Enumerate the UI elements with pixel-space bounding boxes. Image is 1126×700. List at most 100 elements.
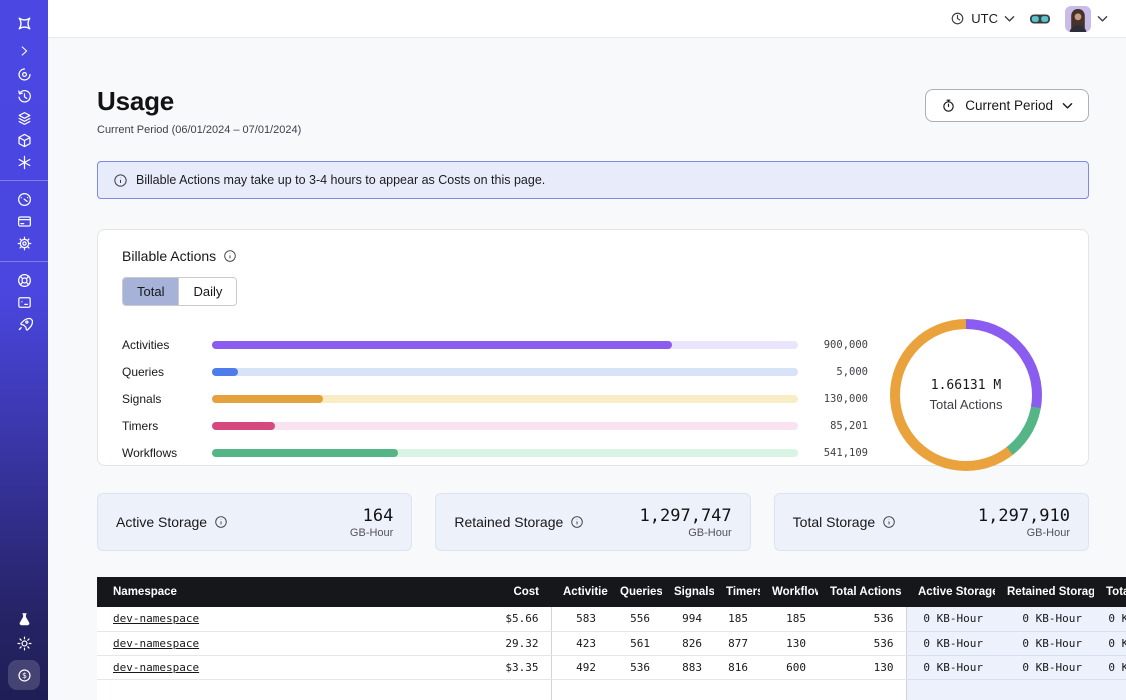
namespaces-icon[interactable] — [0, 63, 48, 85]
info-icon[interactable] — [570, 515, 584, 529]
active-storage-label: Active Storage — [116, 514, 207, 530]
cell-queries: 561 — [608, 631, 662, 655]
usage-gauge-icon[interactable] — [0, 188, 48, 210]
info-icon[interactable] — [882, 515, 896, 529]
goggles-icon[interactable] — [1029, 11, 1051, 27]
stopwatch-icon — [941, 98, 956, 113]
retained-storage-label: Retained Storage — [454, 514, 563, 530]
total-daily-toggle: Total Daily — [122, 277, 237, 306]
getting-started-rocket-icon[interactable] — [0, 313, 48, 335]
bar-row-workflows: Workflows541,109 — [122, 439, 868, 466]
column-header-namespace: Namespace — [97, 577, 454, 607]
info-icon — [113, 173, 128, 188]
info-icon[interactable] — [214, 515, 228, 529]
bar-fill — [212, 395, 323, 403]
table-row-partial — [97, 679, 1126, 700]
tab-total[interactable]: Total — [123, 278, 178, 305]
cell-queries: 536 — [608, 655, 662, 679]
cell-signals: 883 — [662, 655, 714, 679]
table-row: dev-namespace$5.665835569941851855360 KB… — [97, 607, 1126, 631]
table-row: dev-namespace$3.354925368838166001300 KB… — [97, 655, 1126, 679]
bar-fill — [212, 368, 238, 376]
layers-icon[interactable] — [0, 107, 48, 129]
svg-text:$: $ — [22, 671, 27, 680]
bar-row-timers: Timers 85,201 — [122, 412, 868, 439]
labs-flask-icon[interactable] — [0, 608, 48, 630]
expand-sidebar-chevron-icon[interactable] — [0, 39, 48, 63]
column-header-signals: Signals — [662, 577, 714, 607]
chevron-down-icon — [1062, 102, 1073, 110]
bar-label: Signals — [122, 392, 192, 406]
namespace-link[interactable]: dev-namespace — [113, 612, 199, 625]
cell-workflows: 185 — [760, 607, 818, 631]
chevron-down-icon — [1097, 15, 1108, 23]
timezone-selector[interactable]: UTC — [950, 11, 1015, 26]
bar-value: 85,201 — [812, 420, 868, 432]
cell-retained-storage: 0 KB-Hour — [995, 655, 1094, 679]
settings-gear-icon[interactable] — [0, 232, 48, 254]
active-storage-unit: GB-Hour — [350, 527, 393, 539]
account-menu[interactable] — [1065, 6, 1108, 32]
page-title: Usage — [97, 86, 301, 117]
bar-track — [212, 395, 798, 403]
cell-timers: 185 — [714, 607, 760, 631]
cell-workflows: 130 — [760, 631, 818, 655]
support-lifebuoy-icon[interactable] — [0, 269, 48, 291]
bar-label: Timers — [122, 419, 192, 433]
feedback-monitor-icon[interactable] — [0, 291, 48, 313]
history-clock-icon[interactable] — [0, 85, 48, 107]
column-header-total-storage: Total Storage — [1094, 577, 1126, 607]
bar-value: 5,000 — [812, 366, 868, 378]
total-storage-unit: GB-Hour — [978, 527, 1070, 539]
cell-timers: 877 — [714, 631, 760, 655]
total-actions-donut: 1.66131 M Total Actions — [868, 319, 1064, 471]
billing-card-icon[interactable] — [0, 210, 48, 232]
namespace-link[interactable]: dev-namespace — [113, 637, 199, 650]
bar-value: 541,109 — [812, 447, 868, 459]
bar-track — [212, 449, 798, 457]
bar-fill — [212, 422, 275, 430]
cell-active-storage: 0 KB-Hour — [906, 631, 995, 655]
info-banner: Billable Actions may take up to 3-4 hour… — [97, 161, 1089, 199]
avatar — [1065, 6, 1091, 32]
asterisk-icon[interactable] — [0, 151, 48, 173]
page-subtitle: Current Period (06/01/2024 – 07/01/2024) — [97, 124, 301, 136]
cell-activities: 423 — [551, 631, 608, 655]
namespace-link[interactable]: dev-namespace — [113, 661, 199, 674]
tab-daily[interactable]: Daily — [178, 278, 236, 305]
temporal-logo-icon[interactable] — [0, 8, 48, 38]
cell-signals: 826 — [662, 631, 714, 655]
column-header-retained-storage: Retained Storage — [995, 577, 1094, 607]
bar-value: 900,000 — [812, 339, 868, 351]
cell-total-actions: 536 — [818, 631, 906, 655]
donut-total-value: 1.66131 M — [931, 378, 1001, 393]
retained-storage-value: 1,297,747 — [640, 506, 732, 526]
bar-label: Activities — [122, 338, 192, 352]
billable-actions-card: Billable Actions Total Daily Activities9… — [97, 229, 1089, 466]
bar-track — [212, 368, 798, 376]
total-storage-card: Total Storage 1,297,910 GB-Hour — [774, 493, 1089, 551]
cube-icon[interactable] — [0, 129, 48, 151]
cell-cost: $5.66 — [454, 607, 551, 631]
sidebar: $ — [0, 0, 48, 700]
bar-fill — [212, 449, 398, 457]
column-header-cost: Cost — [454, 577, 551, 607]
cell-total-actions: 536 — [818, 607, 906, 631]
period-selector-button[interactable]: Current Period — [925, 89, 1089, 122]
total-storage-label: Total Storage — [793, 514, 876, 530]
column-header-workflows: Workflows — [760, 577, 818, 607]
bar-row-queries: Queries5,000 — [122, 358, 868, 385]
usage-dollar-icon[interactable]: $ — [8, 660, 40, 690]
theme-sun-icon[interactable] — [0, 630, 48, 656]
column-header-queries: Queries — [608, 577, 662, 607]
cell-total-storage: 0 KB-Hour — [1094, 631, 1126, 655]
billable-bar-chart: Activities900,000Queries5,000Signals130,… — [122, 327, 868, 471]
cell-cost: $3.35 — [454, 655, 551, 679]
bar-track — [212, 422, 798, 430]
donut-total-label: Total Actions — [930, 397, 1003, 412]
info-icon[interactable] — [223, 249, 237, 263]
retained-storage-card: Retained Storage 1,297,747 GB-Hour — [435, 493, 750, 551]
cell-activities: 583 — [551, 607, 608, 631]
cell-retained-storage: 0 KB-Hour — [995, 607, 1094, 631]
clock-icon — [950, 11, 965, 26]
